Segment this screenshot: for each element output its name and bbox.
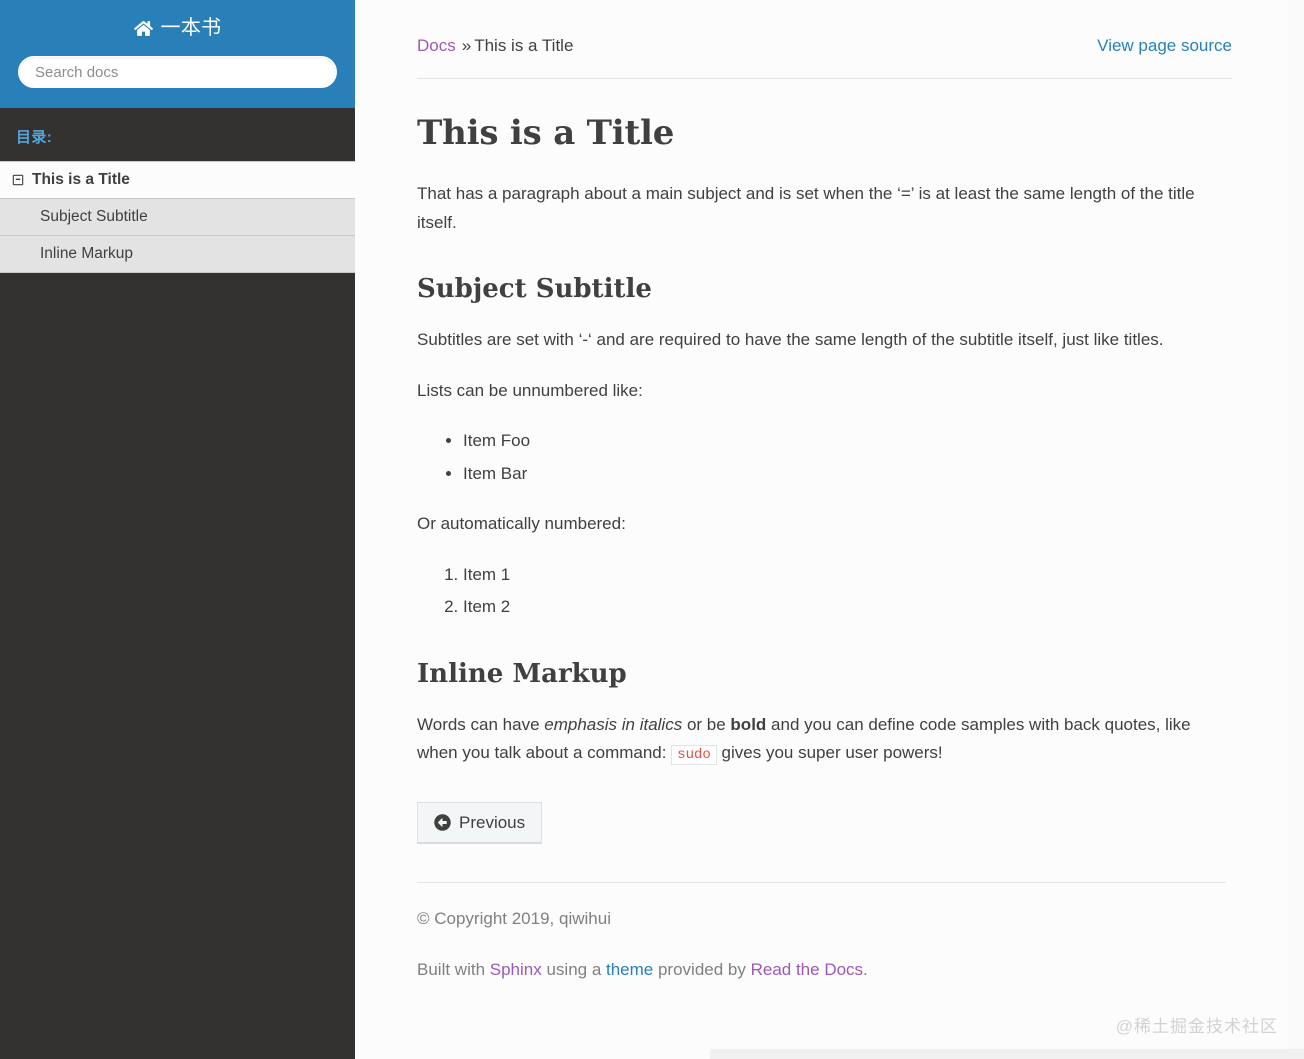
subtitles-paragraph: Subtitles are set with ‘-‘ and are requi… bbox=[417, 330, 1164, 350]
list-item: Item 2 bbox=[463, 593, 1226, 622]
sidebar-current-link[interactable]: This is a Title bbox=[0, 161, 355, 199]
brand-home-link[interactable]: 一本书 bbox=[16, 0, 339, 56]
list-item: Item Bar bbox=[463, 460, 1226, 489]
toc-caption: 目录: bbox=[16, 129, 53, 146]
main-column: Docs» This is a Title View page source Th… bbox=[355, 0, 1304, 1059]
brand-label: 一本书 bbox=[160, 17, 222, 39]
footer: © Copyright 2019, qiwihui Built with Sph… bbox=[355, 905, 1288, 1047]
breadcrumb: Docs » This is a Title bbox=[417, 36, 573, 56]
search-input[interactable] bbox=[18, 56, 337, 88]
using-a-text: using a bbox=[541, 960, 606, 980]
sidebar: 一本书 目录: This is a Title bbox=[0, 0, 355, 1059]
arrow-left-circle-icon bbox=[434, 814, 451, 831]
search-form bbox=[16, 56, 339, 88]
inline-part-1: Words can have bbox=[417, 714, 545, 734]
breadcrumb-docs-link[interactable]: Docs bbox=[417, 36, 456, 55]
numbered-intro-paragraph: Or automatically numbered: bbox=[417, 514, 626, 534]
breadcrumb-current: This is a Title bbox=[474, 36, 574, 55]
section-heading-subject-subtitle: Subject Subtitle bbox=[417, 274, 652, 305]
breadcrumb-divider bbox=[417, 78, 1232, 79]
page-root: 一本书 目录: This is a Title bbox=[0, 0, 1304, 1059]
provided-by-text: provided by bbox=[653, 960, 751, 980]
content-sheet: Docs» This is a Title View page source Th… bbox=[355, 0, 1288, 1059]
bottom-strip bbox=[710, 1049, 1304, 1059]
footer-period: . bbox=[863, 960, 868, 980]
view-page-source-link[interactable]: View page source bbox=[1097, 36, 1232, 56]
toc-list: This is a Title Subject Subtitle Inline … bbox=[0, 161, 355, 273]
list-item: Item 1 bbox=[463, 561, 1226, 590]
read-the-docs-link[interactable]: Read the Docs bbox=[751, 960, 863, 979]
sidebar-item-subject-subtitle[interactable]: Subject Subtitle bbox=[0, 199, 355, 236]
inline-part-4: gives you super user powers! bbox=[716, 743, 943, 763]
sphinx-link[interactable]: Sphinx bbox=[490, 960, 542, 979]
inline-code-literal: sudo bbox=[671, 745, 717, 766]
toc-sub-list: Subject Subtitle Inline Markup bbox=[0, 199, 355, 273]
list-item: Item Foo bbox=[463, 427, 1226, 456]
theme-link[interactable]: theme bbox=[606, 960, 653, 979]
document-body: This is a Title That has a paragraph abo… bbox=[355, 113, 1288, 884]
breadcrumbs-row: Docs » This is a Title View page source bbox=[355, 0, 1288, 56]
footer-divider bbox=[417, 882, 1226, 884]
list-item: Subject Subtitle bbox=[0, 199, 355, 236]
bullet-list: Item Foo Item Bar bbox=[417, 427, 1226, 488]
numbered-list: Item 1 Item 2 bbox=[417, 561, 1226, 622]
copyright-text: © Copyright 2019, qiwihui bbox=[417, 909, 611, 929]
sidebar-item-this-is-a-title: This is a Title Subject Subtitle Inline … bbox=[0, 161, 355, 273]
inline-bold: bold bbox=[730, 714, 767, 734]
inline-part-2: or be bbox=[682, 714, 731, 734]
inline-markup-paragraph: Words can have emphasis in italics or be… bbox=[417, 711, 1226, 768]
previous-button[interactable]: Previous bbox=[417, 801, 543, 845]
sidebar-header: 一本书 bbox=[0, 0, 355, 108]
sidebar-nav: 目录: This is a Title Subject Subtitle Inl… bbox=[0, 108, 355, 1059]
built-with-prefix: Built with bbox=[417, 960, 490, 980]
section-heading-inline-markup: Inline Markup bbox=[417, 658, 627, 689]
list-item: Inline Markup bbox=[0, 236, 355, 273]
sidebar-current-label: This is a Title bbox=[32, 171, 130, 188]
minus-square-icon[interactable] bbox=[12, 174, 24, 186]
unnumbered-intro-paragraph: Lists can be unnumbered like: bbox=[417, 380, 643, 400]
previous-button-label: Previous bbox=[459, 812, 526, 832]
page-title: This is a Title bbox=[417, 113, 675, 153]
built-with-text: Built with Sphinx using a theme provided… bbox=[417, 956, 1226, 985]
home-icon bbox=[133, 20, 153, 37]
breadcrumb-separator: » bbox=[461, 36, 472, 55]
inline-emphasis: emphasis in italics bbox=[544, 714, 683, 734]
sidebar-item-inline-markup[interactable]: Inline Markup bbox=[0, 236, 355, 273]
intro-paragraph: That has a paragraph about a main subjec… bbox=[417, 184, 1195, 232]
